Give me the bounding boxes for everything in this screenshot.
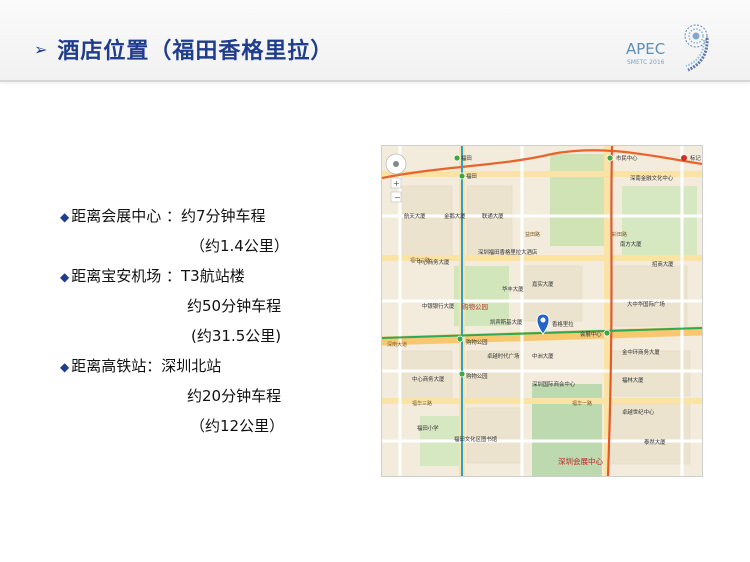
diamond-bullet-icon: ◆ xyxy=(60,210,70,224)
slide: ➢ 酒店位置（福田香格里拉） APEC SMETC 2016 ◆ 距离会展中心 ：… xyxy=(0,0,750,562)
list-item-text: 距离会展中心 ：约7分钟车程 xyxy=(71,207,266,225)
list-item-text: 约50分钟车程 xyxy=(187,297,282,315)
svg-text:彩田路: 彩田路 xyxy=(612,231,627,238)
diamond-bullet-icon: ◆ xyxy=(60,270,70,284)
svg-text:购物公园: 购物公园 xyxy=(462,302,488,311)
list-item-text: (约31.5公里) xyxy=(191,327,282,345)
list-item: （约1.4公里） xyxy=(190,235,289,256)
svg-text:深圳国际商会中心: 深圳国际商会中心 xyxy=(532,380,576,388)
svg-text:福田文化区图书馆: 福田文化区图书馆 xyxy=(454,435,498,443)
list-item: （约12公里） xyxy=(190,415,284,436)
list-item-text: （约12公里） xyxy=(190,417,285,435)
svg-text:福华一路: 福华一路 xyxy=(572,400,592,407)
svg-text:华丰大厦: 华丰大厦 xyxy=(502,285,524,293)
park-area xyxy=(550,154,608,246)
svg-text:中心商务大厦: 中心商务大厦 xyxy=(412,375,445,383)
svg-text:购物公园: 购物公园 xyxy=(466,372,488,380)
svg-text:购物公园: 购物公园 xyxy=(466,338,488,346)
svg-text:金鹅大厦: 金鹅大厦 xyxy=(444,212,466,220)
svg-text:深南金融文化中心: 深南金融文化中心 xyxy=(630,174,674,182)
list-item: (约31.5公里) xyxy=(191,325,281,346)
svg-text:−: − xyxy=(394,193,401,202)
svg-text:+: + xyxy=(393,179,400,188)
svg-text:卓越世纪中心: 卓越世纪中心 xyxy=(622,408,655,416)
list-item-text: 约20分钟车程 xyxy=(187,387,282,405)
svg-text:金中环商务大厦: 金中环商务大厦 xyxy=(622,348,660,356)
logo-subtitle: SMETC 2016 xyxy=(627,59,665,66)
map-marker-control: 标记 xyxy=(681,154,701,162)
list-item: ◆ 距离会展中心 ：约7分钟车程 xyxy=(60,205,266,226)
svg-text:中洲大厦: 中洲大厦 xyxy=(532,352,554,360)
svg-text:深圳会展中心: 深圳会展中心 xyxy=(558,456,603,466)
svg-text:大中华国际广场: 大中华国际广场 xyxy=(627,300,665,308)
svg-text:福中三路: 福中三路 xyxy=(410,257,430,264)
list-item-text: 距离高铁站：深圳北站 xyxy=(71,357,222,375)
list-item: 约50分钟车程 xyxy=(187,295,281,316)
title-text: 酒店位置（福田香格里拉） xyxy=(57,39,334,64)
svg-text:标记: 标记 xyxy=(690,154,701,162)
svg-text:香格里拉: 香格里拉 xyxy=(552,320,574,328)
svg-text:中银银行大厦: 中银银行大厦 xyxy=(422,302,455,310)
list-item: ◆ 距离高铁站：深圳北站 xyxy=(60,355,221,376)
svg-text:凯宾斯基大厦: 凯宾斯基大厦 xyxy=(490,318,523,326)
svg-text:深南大道: 深南大道 xyxy=(387,341,407,348)
svg-text:福林大厦: 福林大厦 xyxy=(622,376,644,384)
slide-header: ➢ 酒店位置（福田香格里拉） APEC SMETC 2016 xyxy=(0,0,750,82)
list-item: 约20分钟车程 xyxy=(187,385,281,406)
svg-text:福田小学: 福田小学 xyxy=(417,424,439,432)
svg-text:会展中心: 会展中心 xyxy=(580,330,602,338)
arrow-right-icon: ➢ xyxy=(34,39,48,59)
slide-title: ➢ 酒店位置（福田香格里拉） xyxy=(34,33,333,65)
svg-text:福华三路: 福华三路 xyxy=(412,400,432,407)
svg-text:联通大厦: 联通大厦 xyxy=(482,212,504,220)
svg-text:南方大厦: 南方大厦 xyxy=(620,240,642,248)
svg-text:泰然大厦: 泰然大厦 xyxy=(644,438,666,446)
logo-apec-text: APEC xyxy=(626,40,665,58)
svg-text:航天大厦: 航天大厦 xyxy=(404,212,426,220)
svg-text:卓越时代广场: 卓越时代广场 xyxy=(487,352,520,360)
list-item-text: （约1.4公里） xyxy=(190,237,289,255)
svg-text:市民中心: 市民中心 xyxy=(616,154,638,162)
diamond-bullet-icon: ◆ xyxy=(60,360,70,374)
svg-text:福田: 福田 xyxy=(466,172,477,180)
apec-logo: APEC SMETC 2016 xyxy=(618,20,728,76)
svg-text:福田: 福田 xyxy=(461,154,472,162)
list-item: ◆ 距离宝安机场 ：T3航站楼 xyxy=(60,265,245,286)
list-item-text: 距离宝安机场 ：T3航站楼 xyxy=(71,267,245,285)
svg-text:益田路: 益田路 xyxy=(525,231,540,238)
svg-text:嘉实大厦: 嘉实大厦 xyxy=(532,280,554,288)
hotel-location-map[interactable]: + − 标记 福田 福田 市民中心 深南金融文化中心 航天大厦 金鹅大厦 联通大… xyxy=(381,145,703,477)
logo-dots-nine xyxy=(684,24,709,72)
svg-text:招商大厦: 招商大厦 xyxy=(652,260,674,268)
svg-text:深圳福田香格里拉大酒店: 深圳福田香格里拉大酒店 xyxy=(478,248,538,256)
